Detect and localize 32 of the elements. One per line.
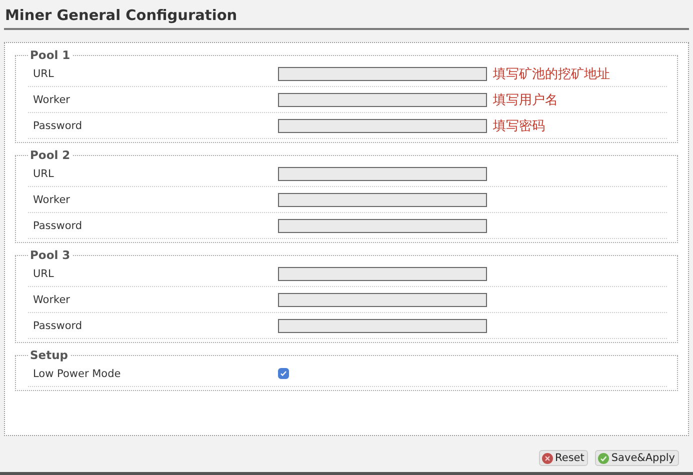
annotation-text: 填写密码 bbox=[493, 118, 545, 134]
save-button[interactable]: Save&Apply bbox=[595, 450, 679, 466]
input-field[interactable] bbox=[278, 218, 487, 232]
input-field[interactable] bbox=[278, 118, 487, 132]
input-field[interactable] bbox=[278, 292, 487, 306]
field-label: URL bbox=[32, 168, 55, 180]
section-legend: Pool 2 bbox=[28, 149, 72, 161]
field-label: Password bbox=[32, 320, 84, 332]
section-legend: Pool 3 bbox=[28, 249, 72, 261]
field-label: URL bbox=[32, 68, 55, 80]
field-label: Worker bbox=[32, 294, 71, 306]
field-label: Password bbox=[32, 120, 84, 132]
annotation-text: 填写用户名 bbox=[493, 92, 558, 108]
field-label: Worker bbox=[32, 94, 71, 106]
field-label: URL bbox=[32, 268, 55, 280]
check-icon bbox=[598, 452, 610, 464]
page-title: Miner General Configuration bbox=[5, 7, 238, 26]
field-label: Password bbox=[32, 220, 84, 232]
section-legend: Setup bbox=[28, 349, 70, 361]
input-field[interactable] bbox=[278, 166, 487, 180]
checkbox[interactable] bbox=[278, 368, 289, 379]
input-field[interactable] bbox=[278, 192, 487, 206]
field-label: Low Power Mode bbox=[32, 368, 122, 380]
annotation-text: 填写矿池的挖矿地址 bbox=[493, 66, 610, 82]
section-legend: Pool 1 bbox=[28, 49, 72, 61]
reset-button[interactable]: Reset bbox=[539, 450, 588, 466]
close-icon bbox=[542, 452, 554, 464]
input-field[interactable] bbox=[278, 266, 487, 280]
input-field[interactable] bbox=[278, 92, 487, 106]
field-label: Worker bbox=[32, 194, 71, 206]
input-field[interactable] bbox=[278, 66, 487, 80]
input-field[interactable] bbox=[278, 318, 487, 332]
